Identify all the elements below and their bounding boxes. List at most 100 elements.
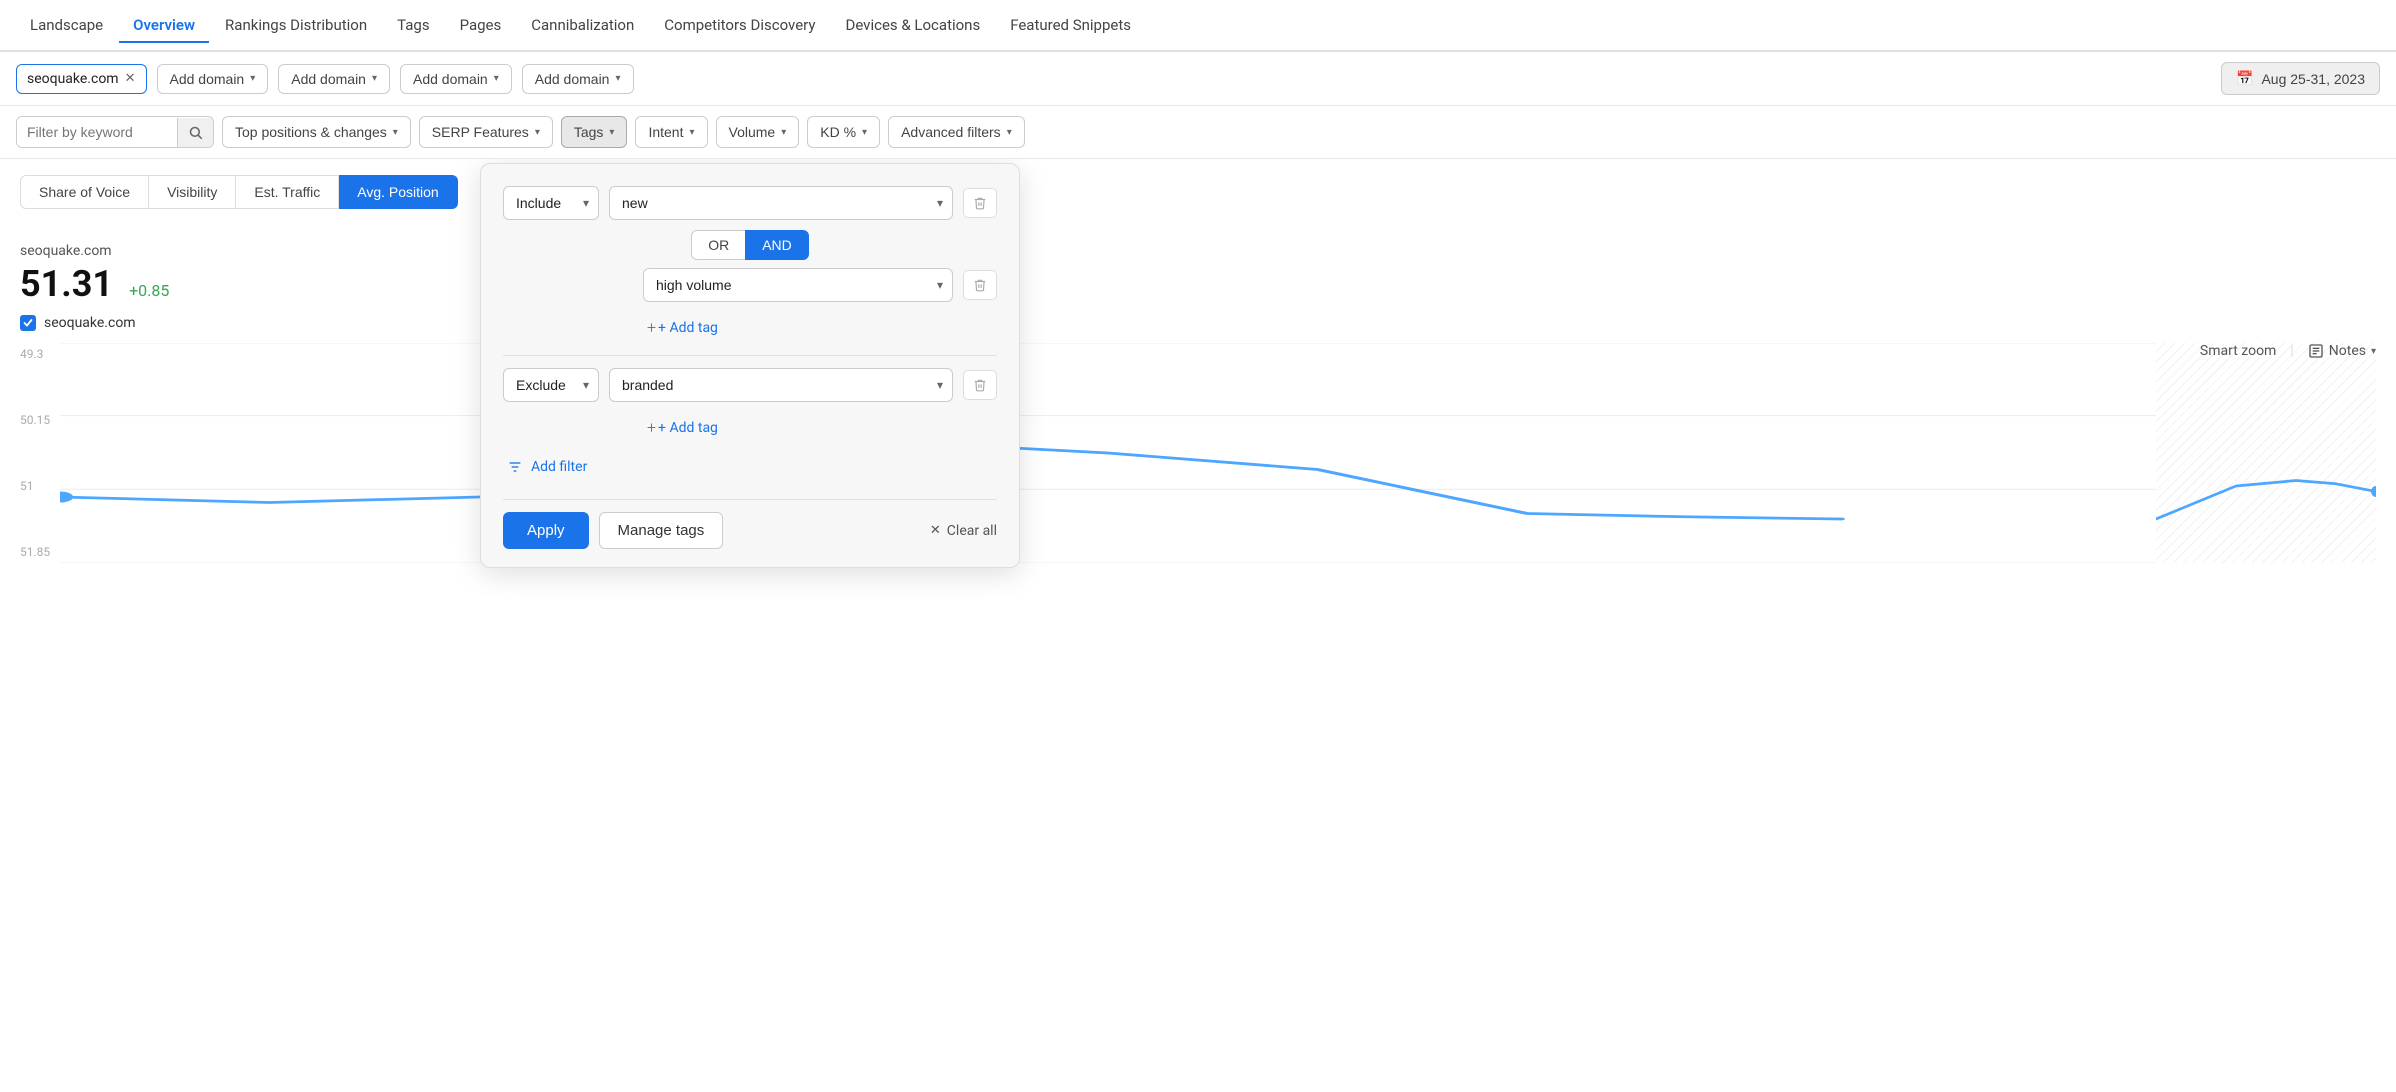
exclude-condition-select[interactable]: Exclude Include xyxy=(503,368,599,402)
nav-item-featured-snippets[interactable]: Featured Snippets xyxy=(996,8,1145,42)
tags-filter-btn[interactable]: Tags ▾ xyxy=(561,116,628,148)
metric-tabs: Share of Voice Visibility Est. Traffic A… xyxy=(20,175,458,209)
tab-est-traffic[interactable]: Est. Traffic xyxy=(236,175,339,209)
chevron-down-icon-3: ▾ xyxy=(494,73,499,84)
trash-icon-3 xyxy=(973,378,987,392)
chevron-down-icon-4: ▾ xyxy=(615,73,620,84)
chevron-down-icon-tags: ▾ xyxy=(609,127,614,138)
apply-button[interactable]: Apply xyxy=(503,512,589,549)
tab-visibility[interactable]: Visibility xyxy=(149,175,236,209)
chart-svg-wrap xyxy=(60,343,2156,563)
dropdown-bottom-actions: Apply Manage tags ✕ Clear all xyxy=(503,499,997,549)
date-range-btn[interactable]: 📅 Aug 25-31, 2023 xyxy=(2221,62,2380,95)
metric-change: +0.85 xyxy=(129,281,169,300)
volume-filter-btn[interactable]: Volume ▾ xyxy=(716,116,800,148)
nav-item-cannibalization[interactable]: Cannibalization xyxy=(517,8,648,42)
exclude-filter-row: Exclude Include branded new high volume … xyxy=(503,368,997,402)
domain-bar: seoquake.com ✕ Add domain ▾ Add domain ▾… xyxy=(0,52,2396,106)
add-domain-btn-2[interactable]: Add domain ▾ xyxy=(278,64,390,94)
include-filter-row: Include Exclude new high volume branded … xyxy=(503,186,997,220)
notes-icon xyxy=(2308,343,2324,359)
nav-item-rankings-distribution[interactable]: Rankings Distribution xyxy=(211,8,381,42)
add-domain-btn-3[interactable]: Add domain ▾ xyxy=(400,64,512,94)
add-include-tag-btn[interactable]: + + Add tag xyxy=(643,312,997,343)
chevron-down-icon-notes: ▾ xyxy=(2371,346,2376,357)
add-exclude-tag-btn[interactable]: + + Add tag xyxy=(643,412,997,443)
include-tag-select[interactable]: new high volume branded informational tr… xyxy=(609,186,953,220)
exclude-tag-select[interactable]: branded new high volume informational tr… xyxy=(609,368,953,402)
close-icon-clear: ✕ xyxy=(930,523,941,538)
exclude-condition-select-wrap: Exclude Include xyxy=(503,368,599,402)
legend-checkbox[interactable] xyxy=(20,315,36,331)
chevron-down-icon: ▾ xyxy=(250,73,255,84)
chevron-down-icon-sf: ▾ xyxy=(535,127,540,138)
main-content: Share of Voice Visibility Est. Traffic A… xyxy=(0,159,2396,1083)
include-tag-select-wrap: new high volume branded informational tr… xyxy=(609,186,953,220)
nav-item-tags[interactable]: Tags xyxy=(383,8,443,42)
chevron-down-icon-adv: ▾ xyxy=(1007,127,1012,138)
add-filter-btn[interactable]: Add filter xyxy=(503,451,997,483)
add-domain-btn-4[interactable]: Add domain ▾ xyxy=(522,64,634,94)
include-condition-select-wrap: Include Exclude xyxy=(503,186,599,220)
chevron-down-icon-kd: ▾ xyxy=(862,127,867,138)
active-domain-chip[interactable]: seoquake.com ✕ xyxy=(16,64,147,94)
logic-and-btn[interactable]: AND xyxy=(745,230,809,260)
keyword-search-input[interactable] xyxy=(17,117,177,147)
domain-metric-display: seoquake.com 51.31 +0.85 xyxy=(20,243,2376,305)
chart-controls: Smart zoom | Notes ▾ xyxy=(2200,343,2376,359)
smart-zoom-label[interactable]: Smart zoom xyxy=(2200,343,2276,359)
chevron-down-icon-vol: ▾ xyxy=(781,127,786,138)
filter-icon xyxy=(507,459,523,475)
chart-domain-label: seoquake.com xyxy=(20,243,2376,259)
plus-icon: + xyxy=(647,318,656,337)
chevron-down-icon-intent: ▾ xyxy=(689,127,694,138)
top-positions-filter-btn[interactable]: Top positions & changes ▾ xyxy=(222,116,411,148)
metric-value: 51.31 xyxy=(20,263,113,305)
intent-filter-btn[interactable]: Intent ▾ xyxy=(635,116,707,148)
y-axis-labels: 49.3 50.15 51 51.85 xyxy=(20,343,60,563)
divider: | xyxy=(2290,343,2293,359)
nav-item-overview[interactable]: Overview xyxy=(119,8,209,42)
nav-item-competitors-discovery[interactable]: Competitors Discovery xyxy=(650,8,829,42)
kd-filter-btn[interactable]: KD % ▾ xyxy=(807,116,880,148)
plus-icon-2: + xyxy=(647,418,656,437)
legend-label: seoquake.com xyxy=(44,315,136,331)
logic-row: OR AND xyxy=(503,230,997,260)
high-volume-tag-select[interactable]: high volume new branded informational tr… xyxy=(643,268,953,302)
chart-container: Smart zoom | Notes ▾ 49.3 50.15 51 51.85 xyxy=(20,343,2376,563)
trash-icon xyxy=(973,196,987,210)
advanced-filters-btn[interactable]: Advanced filters ▾ xyxy=(888,116,1025,148)
add-domain-btn-1[interactable]: Add domain ▾ xyxy=(157,64,269,94)
exclude-tag-select-wrap: branded new high volume informational tr… xyxy=(609,368,953,402)
include-delete-btn[interactable] xyxy=(963,188,997,218)
high-volume-tag-select-wrap: high volume new branded informational tr… xyxy=(643,268,953,302)
notes-btn[interactable]: Notes ▾ xyxy=(2308,343,2376,359)
date-label: Aug 25-31, 2023 xyxy=(2261,71,2365,87)
nav-item-devices-locations[interactable]: Devices & Locations xyxy=(831,8,994,42)
clear-all-btn[interactable]: ✕ Clear all xyxy=(930,523,997,539)
domain-name: seoquake.com xyxy=(27,71,119,87)
nav-item-landscape[interactable]: Landscape xyxy=(16,8,117,42)
serp-features-filter-btn[interactable]: SERP Features ▾ xyxy=(419,116,553,148)
keyword-search-wrap xyxy=(16,116,214,148)
chart-legend: seoquake.com xyxy=(20,315,2376,331)
exclude-delete-btn[interactable] xyxy=(963,370,997,400)
tab-share-of-voice[interactable]: Share of Voice xyxy=(20,175,149,209)
chevron-down-icon-2: ▾ xyxy=(372,73,377,84)
top-nav: Landscape Overview Rankings Distribution… xyxy=(0,0,2396,52)
include-condition-select[interactable]: Include Exclude xyxy=(503,186,599,220)
metric-value-row: 51.31 +0.85 xyxy=(20,263,2376,305)
high-volume-delete-btn[interactable] xyxy=(963,270,997,300)
chevron-down-icon-tp: ▾ xyxy=(393,127,398,138)
keyword-search-button[interactable] xyxy=(177,118,213,147)
filter-bar: Top positions & changes ▾ SERP Features … xyxy=(0,106,2396,159)
line-chart xyxy=(60,343,2156,563)
search-icon xyxy=(188,125,203,140)
high-volume-filter-row: high volume new branded informational tr… xyxy=(503,268,997,302)
nav-item-pages[interactable]: Pages xyxy=(446,8,516,42)
logic-or-btn[interactable]: OR xyxy=(691,230,745,260)
manage-tags-button[interactable]: Manage tags xyxy=(599,512,724,549)
tab-avg-position[interactable]: Avg. Position xyxy=(339,175,457,209)
close-icon[interactable]: ✕ xyxy=(125,71,136,86)
trash-icon-2 xyxy=(973,278,987,292)
